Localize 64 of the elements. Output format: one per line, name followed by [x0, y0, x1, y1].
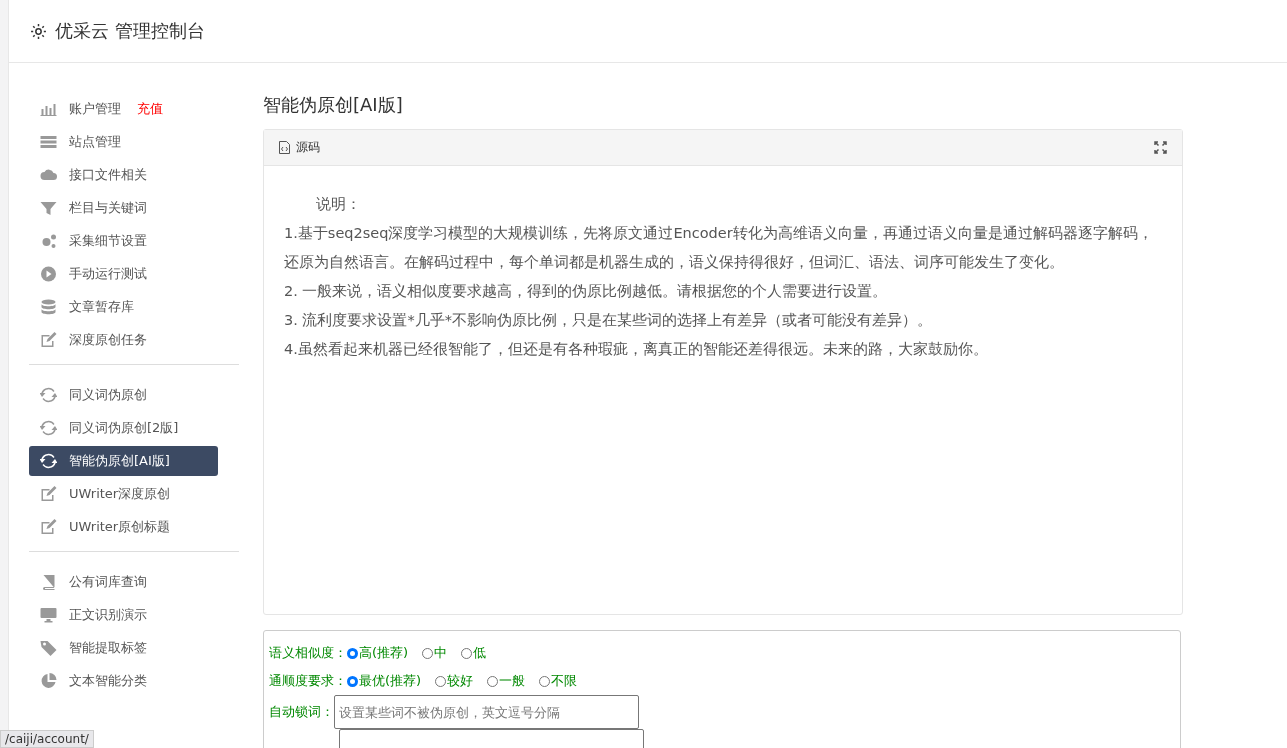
sidebar-item[interactable]: 正文识别演示: [29, 600, 218, 630]
description-text: 1.基于seq2seq深度学习模型的大规模训练，先将原文通过Encoder转化为高维语义向量，再通过语义向量是通过解码器逐字解码，还原为自然语言。在解码过程中，每个单词都是机器生成的，语义保持得很好，但词汇、语法、词序可能发生了变化。: [284, 224, 1154, 272]
radio-button[interactable]: [539, 675, 551, 687]
radio-button[interactable]: [461, 647, 473, 659]
radio-option[interactable]: 较好: [435, 672, 474, 690]
radio-option[interactable]: 一般: [487, 672, 526, 690]
sidebar-item[interactable]: 站点管理: [29, 127, 218, 157]
radio-button[interactable]: [347, 675, 358, 687]
menu-item-label: 同义词伪原创: [69, 386, 147, 404]
status-url: /caiji/account/: [0, 730, 94, 748]
radio-option[interactable]: 最优(推荐): [347, 672, 422, 690]
console-title: 优采云 管理控制台: [55, 19, 205, 43]
field-label: 自动锁词：: [269, 703, 334, 721]
radio-button[interactable]: [347, 647, 358, 659]
radio-option[interactable]: 中: [422, 644, 448, 662]
fullscreen-icon[interactable]: [1154, 141, 1167, 154]
recharge-link[interactable]: 充值: [137, 100, 163, 118]
menu-item-label: 接口文件相关: [69, 166, 147, 184]
menu-item-label: 同义词伪原创[2版]: [69, 419, 179, 437]
menu-item-label: 栏目与关键词: [69, 199, 147, 217]
description-text: 2. 一般来说，语义相似度要求越高，得到的伪原比例越低。请根据您的个人需要进行设置。: [284, 282, 889, 301]
radio-option[interactable]: 不限: [539, 672, 578, 690]
sidebar-item[interactable]: 栏目与关键词: [29, 193, 218, 223]
menu-item-label: 智能提取标签: [69, 639, 147, 657]
page-title: 智能伪原创[AI版]: [263, 93, 404, 117]
field-label: 语义相似度：: [269, 644, 347, 662]
radio-button[interactable]: [487, 675, 499, 687]
menu-item-label: 智能伪原创[AI版]: [69, 452, 170, 470]
sidebar-item[interactable]: 手动运行测试: [29, 259, 218, 289]
input-field[interactable]: 设置某些词不被伪原创，英文逗号分隔: [334, 695, 639, 729]
menu-item-label: 公有词库查询: [69, 573, 147, 591]
menu-item-label: 深度原创任务: [69, 331, 147, 349]
menu-item-label: 站点管理: [69, 133, 121, 151]
radio-option[interactable]: 低: [461, 644, 487, 662]
sidebar-item[interactable]: 账户管理 充值: [29, 94, 218, 124]
menu-item-label: UWriter深度原创: [69, 485, 171, 503]
radio-option[interactable]: 高(推荐): [347, 644, 409, 662]
menu-item-label: UWriter原创标题: [69, 518, 171, 536]
sidebar-item[interactable]: 文章暂存库: [29, 292, 218, 322]
sidebar-item[interactable]: 同义词伪原创: [29, 380, 218, 410]
description-text: 4.虽然看起来机器已经很智能了，但还是有各种瑕疵，离真正的智能还差得很远。未来的路，大家鼓励你。: [284, 340, 989, 359]
menu-item-label: 文章暂存库: [69, 298, 134, 316]
radio-button[interactable]: [422, 647, 434, 659]
sidebar-item[interactable]: 智能提取标签: [29, 633, 218, 663]
menu-item-label: 采集细节设置: [69, 232, 147, 250]
menu-item-label: 手动运行测试: [69, 265, 147, 283]
sidebar-item[interactable]: 智能伪原创[AI版]: [29, 446, 218, 476]
sidebar-item[interactable]: UWriter原创标题: [29, 512, 218, 542]
sidebar-item[interactable]: 采集细节设置: [29, 226, 218, 256]
description-text: 说明：: [315, 195, 362, 214]
menu-item-label: 文本智能分类: [69, 672, 147, 690]
sidebar-item[interactable]: 接口文件相关: [29, 160, 218, 190]
sidebar-item[interactable]: 同义词伪原创[2版]: [29, 413, 218, 443]
sidebar-item[interactable]: UWriter深度原创: [29, 479, 218, 509]
panel-title: 源码: [296, 139, 320, 156]
sidebar-item[interactable]: 公有词库查询: [29, 567, 218, 597]
description-text: 3. 流利度要求设置*几乎*不影响伪原比例，只是在某些词的选择上有差异（或者可能没有差异）。: [284, 311, 933, 330]
sidebar-item[interactable]: 文本智能分类: [29, 666, 218, 696]
menu-item-label: 正文识别演示: [69, 606, 147, 624]
field-label: 通顺度要求：: [269, 672, 347, 690]
file-code-icon: [279, 141, 290, 154]
menu-item-label: 账户管理: [69, 100, 121, 118]
sidebar-item[interactable]: 深度原创任务: [29, 325, 218, 355]
radio-button[interactable]: [435, 675, 447, 687]
